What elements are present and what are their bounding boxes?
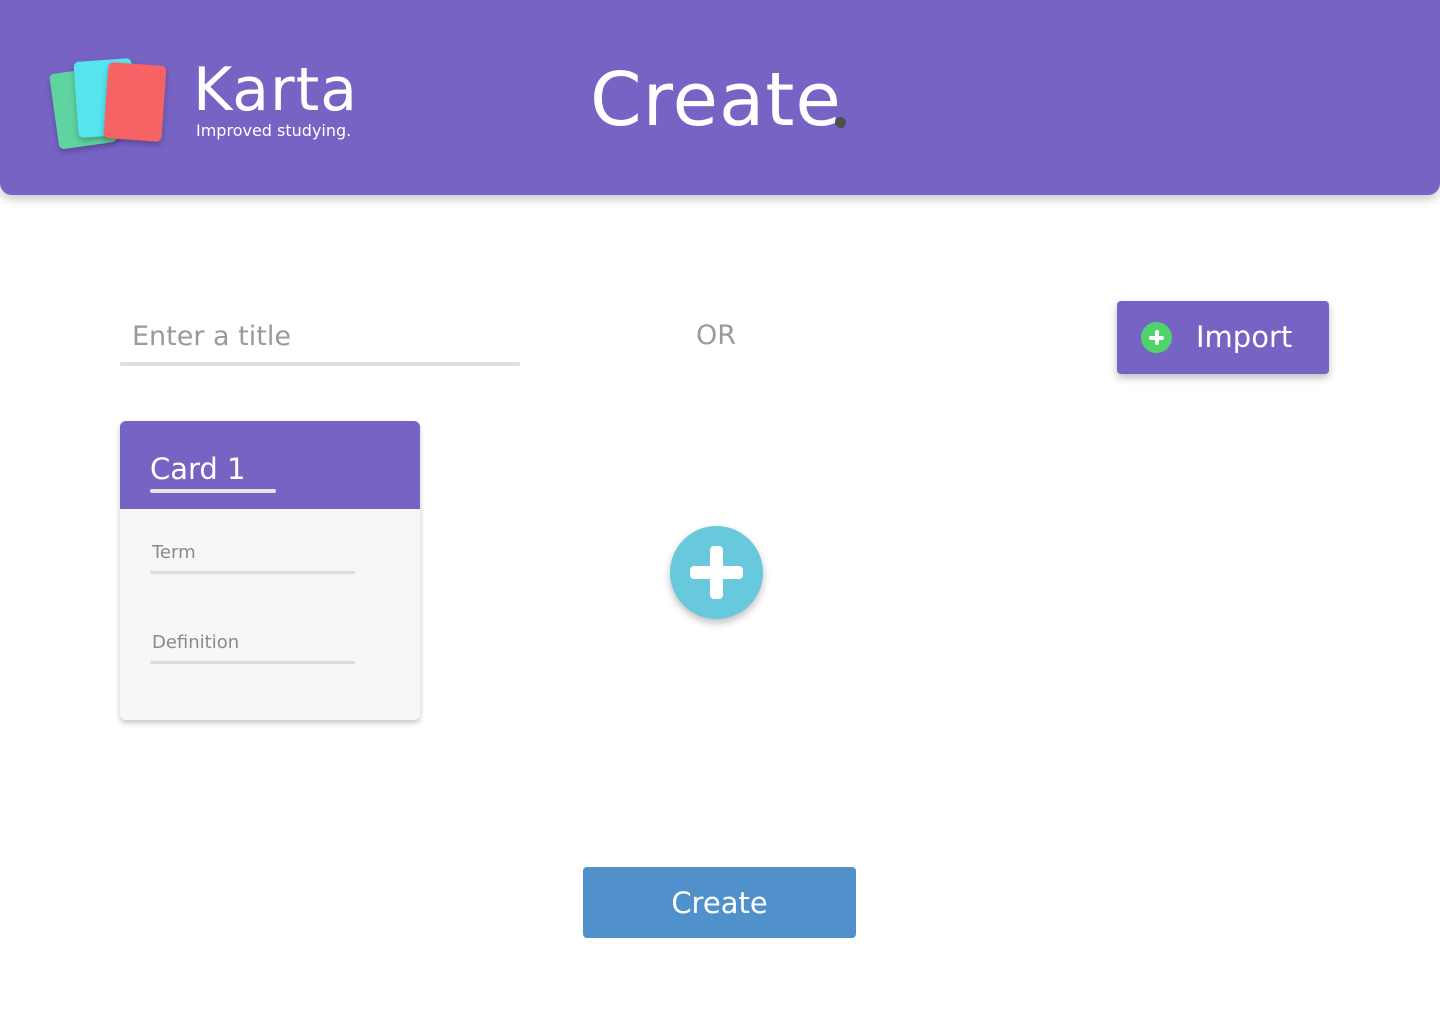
karta-logo[interactable] [48,56,178,156]
term-input[interactable] [150,534,355,574]
flashcard-header: Card 1 [120,421,420,509]
flashcard-title-underline [150,489,276,493]
title-dot [835,117,846,128]
definition-input[interactable] [150,624,355,664]
or-divider-text: OR [695,320,736,351]
flashcard: Card 1 [120,421,420,720]
set-title-input[interactable] [120,310,520,366]
add-card-button[interactable] [670,526,763,619]
plus-circle-icon [1141,322,1172,353]
logo-card-red [103,62,167,142]
brand-tagline: Improved studying. [196,121,352,140]
app-header: Karta Improved studying. Create [0,0,1440,195]
create-button[interactable]: Create [583,867,856,938]
brand-name: Karta [193,55,359,125]
page-title: Create [590,57,842,143]
import-button[interactable]: Import [1117,301,1329,374]
flashcard-title[interactable]: Card 1 [150,449,246,489]
import-label: Import [1196,320,1293,354]
